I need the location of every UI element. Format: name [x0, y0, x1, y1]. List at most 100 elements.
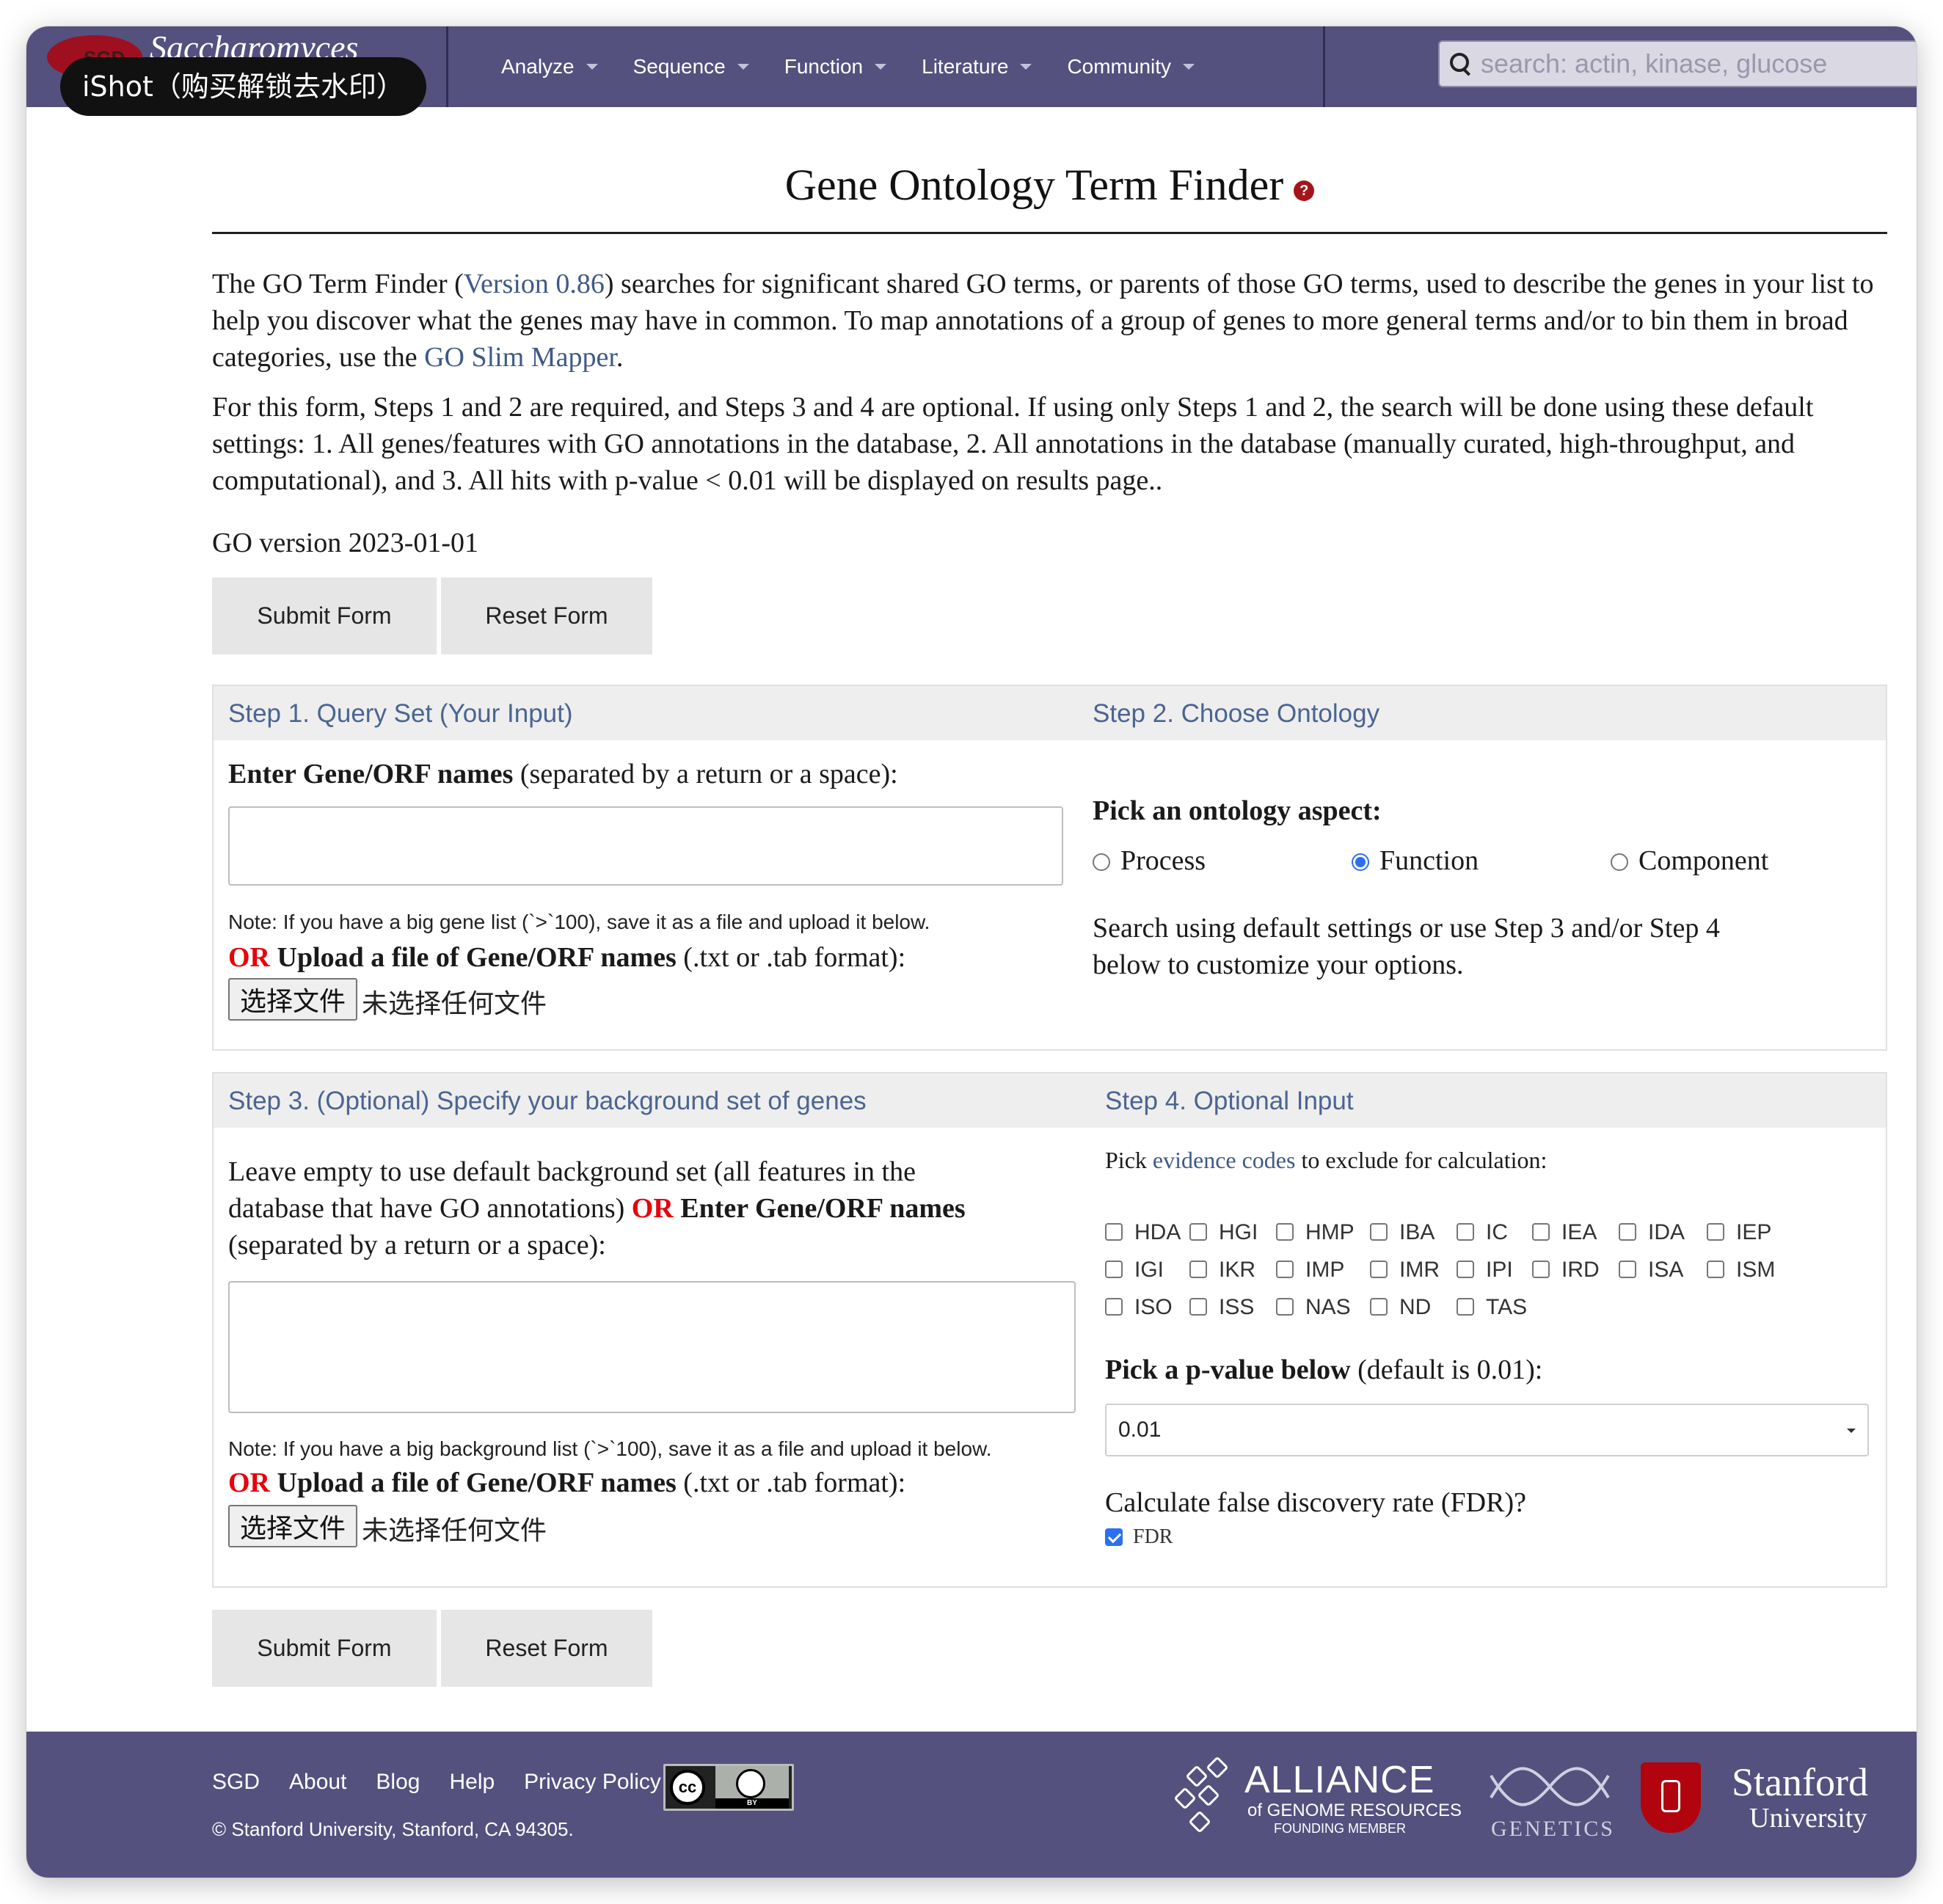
evidence-checkbox[interactable] [1457, 1223, 1474, 1241]
step1-heading: Step 1. Query Set (Your Input) [228, 699, 573, 728]
pvalue-select[interactable]: 0.01 [1105, 1404, 1869, 1456]
evidence-checkbox[interactable] [1370, 1261, 1388, 1278]
genetics-logo[interactable]: GENETICS [1484, 1761, 1616, 1849]
pvalue-bold: Pick a p-value below [1105, 1354, 1351, 1385]
evidence-checkbox[interactable] [1189, 1261, 1207, 1278]
evidence-checkbox[interactable] [1370, 1223, 1388, 1241]
evidence-checkbox[interactable] [1189, 1223, 1207, 1241]
evidence-code-label: HDA [1134, 1220, 1181, 1244]
evidence-code-label: IC [1486, 1220, 1508, 1244]
fdr-checkbox[interactable] [1105, 1528, 1123, 1546]
search-icon [1450, 53, 1472, 75]
evidence-checkbox[interactable] [1276, 1298, 1294, 1316]
evidence-code-label: TAS [1486, 1295, 1528, 1319]
evidence-checkbox[interactable] [1619, 1261, 1636, 1278]
hexagon-icon [1197, 1784, 1220, 1807]
stanford-word[interactable]: Stanford [1732, 1759, 1868, 1805]
reset-button[interactable]: Reset Form [441, 1610, 652, 1687]
university-word: University [1749, 1803, 1867, 1834]
footer-link-help[interactable]: Help [449, 1770, 495, 1795]
submit-button[interactable]: Submit Form [212, 577, 437, 654]
footer-link-privacy[interactable]: Privacy Policy [524, 1770, 661, 1795]
evidence-checkbox[interactable] [1619, 1223, 1636, 1241]
choose-file-button-background[interactable]: 选择文件 [228, 1505, 358, 1547]
evidence-checkbox[interactable] [1532, 1261, 1550, 1278]
fdr-label: FDR [1133, 1525, 1173, 1548]
evidence-checkbox[interactable] [1189, 1298, 1207, 1316]
alliance-subtitle: of GENOME RESOURCES [1247, 1801, 1462, 1820]
search-input[interactable] [1481, 48, 1917, 79]
nav-label: Literature [922, 55, 1009, 78]
creative-commons-badge[interactable]: cc BY [663, 1764, 794, 1811]
evidence-checkbox[interactable] [1105, 1261, 1123, 1278]
version-link[interactable]: Version 0.86 [464, 269, 605, 299]
radio-process-label: Process [1120, 845, 1206, 876]
evidence-codes-link[interactable]: evidence codes [1153, 1147, 1296, 1173]
evidence-code-label: HGI [1219, 1220, 1258, 1244]
evidence-checkbox[interactable] [1457, 1298, 1474, 1316]
evidence-checkbox[interactable] [1276, 1223, 1294, 1241]
footer-link-blog[interactable]: Blog [376, 1770, 420, 1795]
hexagon-icon [1206, 1756, 1229, 1779]
evidence-code-label: IGI [1134, 1258, 1164, 1282]
evidence-checkbox[interactable] [1532, 1223, 1550, 1241]
intro-text-a: The GO Term Finder ( [212, 269, 464, 299]
step1-enter-label: Enter Gene/ORF names (separated by a ret… [228, 758, 898, 790]
form-buttons-bottom: Submit Form Reset Form [212, 1610, 657, 1687]
evidence-code-label: IDA [1648, 1220, 1685, 1244]
evidence-checkbox[interactable] [1105, 1223, 1123, 1241]
evidence-checkbox[interactable] [1457, 1261, 1474, 1278]
nav-label: Sequence [633, 55, 726, 78]
evidence-checkbox[interactable] [1707, 1261, 1724, 1278]
step1-note: Note: If you have a big gene list (`>`10… [228, 911, 930, 933]
nav-community[interactable]: Community [1067, 55, 1195, 79]
pvalue-rest: (default is 0.01): [1350, 1354, 1543, 1385]
chevron-down-icon [586, 64, 598, 70]
evidence-pick-b: to exclude for calculation: [1295, 1147, 1548, 1173]
pvalue-label: Pick a p-value below (default is 0.01): [1105, 1354, 1542, 1386]
chevron-down-icon [1847, 1429, 1856, 1433]
evidence-code-label: ISS [1219, 1295, 1255, 1319]
step1-enter-bold: Enter Gene/ORF names [228, 759, 514, 789]
panel-header: Step 3. (Optional) Specify your backgrou… [214, 1073, 1886, 1128]
evidence-code-label: IKR [1219, 1258, 1256, 1282]
choose-file-button[interactable]: 选择文件 [228, 978, 358, 1021]
evidence-pick-a: Pick [1105, 1147, 1153, 1173]
copyright: © Stanford University, Stanford, CA 9430… [212, 1818, 574, 1840]
evidence-code-label: IBA [1399, 1220, 1435, 1244]
go-version: GO version 2023-01-01 [212, 528, 479, 558]
radio-function-label: Function [1379, 845, 1479, 876]
step4-heading: Step 4. Optional Input [1105, 1087, 1354, 1115]
submit-button[interactable]: Submit Form [212, 1610, 437, 1687]
step3-line1: Leave empty to use default background se… [228, 1156, 916, 1187]
cc-by-block: BY [715, 1766, 789, 1809]
tree-icon [1661, 1780, 1680, 1812]
nav-sequence[interactable]: Sequence [633, 55, 749, 79]
footer-link-sgd[interactable]: SGD [212, 1770, 260, 1795]
search-box[interactable] [1438, 40, 1917, 87]
radio-process[interactable] [1093, 853, 1110, 871]
help-icon[interactable]: ? [1294, 180, 1315, 201]
alliance-logo[interactable]: ALLIANCE of GENOME RESOURCES FOUNDING ME… [1171, 1756, 1465, 1853]
go-slim-mapper-link[interactable]: GO Slim Mapper [424, 342, 616, 373]
step3-note: Note: If you have a big background list … [228, 1437, 992, 1460]
step3-upload-label: OR Upload a file of Gene/ORF names (.txt… [228, 1467, 905, 1499]
radio-function[interactable] [1352, 853, 1369, 871]
reset-button[interactable]: Reset Form [441, 577, 652, 654]
nav-literature[interactable]: Literature [922, 55, 1032, 79]
nav-function[interactable]: Function [784, 55, 887, 79]
radio-component[interactable] [1611, 853, 1628, 871]
gene-names-textarea[interactable] [228, 806, 1063, 886]
chevron-down-icon [1020, 64, 1032, 70]
evidence-checkbox[interactable] [1105, 1298, 1123, 1316]
footer-link-about[interactable]: About [289, 1770, 346, 1795]
background-genes-textarea[interactable] [228, 1281, 1076, 1413]
evidence-code-label: ND [1399, 1295, 1432, 1319]
evidence-checkbox[interactable] [1276, 1261, 1294, 1278]
stanford-shield-icon[interactable] [1641, 1762, 1701, 1833]
nav-analyze[interactable]: Analyze [501, 55, 598, 79]
evidence-checkbox[interactable] [1707, 1223, 1724, 1241]
evidence-checkbox[interactable] [1370, 1298, 1388, 1316]
step3-upload-bold: Upload a file of Gene/ORF names [270, 1467, 677, 1498]
evidence-code-label: ISA [1648, 1258, 1684, 1282]
